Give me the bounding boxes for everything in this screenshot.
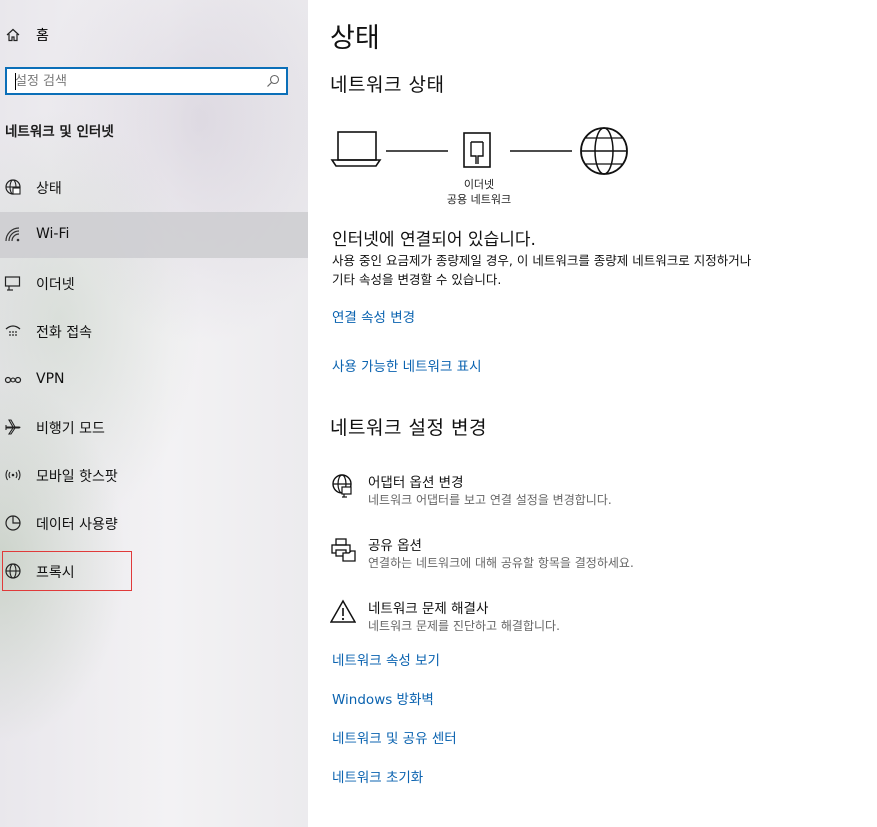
- option-description: 연결하는 네트워크에 대해 공유할 항목을 결정하세요.: [368, 556, 634, 570]
- sidebar-item-label: 모바일 핫스팟: [36, 469, 118, 485]
- adapter-label: 이더넷: [463, 178, 495, 191]
- sidebar-item-label: 상태: [36, 181, 62, 197]
- dialup-icon: [5, 325, 21, 336]
- search-box[interactable]: [5, 67, 288, 95]
- main-content: 상태 네트워크 상태 이더넷 공용 네트워크 인터넷에 연결되어 있습니다. 사…: [308, 0, 877, 827]
- windows-firewall-link[interactable]: Windows 방화벽: [332, 688, 434, 708]
- text-caret: [15, 73, 16, 90]
- network-settings-heading: 네트워크 설정 변경: [330, 417, 487, 439]
- option-description: 네트워크 문제를 진단하고 해결합니다.: [368, 619, 560, 633]
- internet-globe-icon: [580, 127, 628, 175]
- data-usage-icon: [5, 515, 21, 531]
- option-title: 어댑터 옵션 변경: [368, 475, 464, 491]
- sidebar-item-label: 이더넷: [36, 277, 75, 293]
- adapter-globe-icon: [332, 474, 352, 498]
- page-title: 상태: [330, 23, 380, 54]
- search-input[interactable]: [15, 72, 260, 90]
- sidebar-item-label: Wi-Fi: [36, 226, 70, 242]
- sidebar-item-wifi[interactable]: Wi-Fi: [0, 212, 308, 258]
- sidebar-item-status[interactable]: 상태: [0, 164, 308, 210]
- adapter-options-item[interactable]: 어댑터 옵션 변경 네트워크 어댑터를 보고 연결 설정을 변경합니다.: [330, 471, 850, 515]
- show-available-networks-link[interactable]: 사용 가능한 네트워크 표시: [332, 355, 482, 375]
- option-title: 네트워크 문제 해결사: [368, 601, 489, 617]
- sidebar-item-dialup[interactable]: 전화 접속: [0, 308, 308, 354]
- sidebar-item-hotspot[interactable]: 모바일 핫스팟: [0, 452, 308, 498]
- change-connection-properties-link[interactable]: 연결 속성 변경: [332, 306, 415, 326]
- troubleshooter-item[interactable]: 네트워크 문제 해결사 네트워크 문제를 진단하고 해결합니다.: [330, 597, 850, 641]
- sidebar-item-label: 데이터 사용량: [36, 517, 118, 533]
- sidebar-item-data-usage[interactable]: 데이터 사용량: [0, 500, 308, 546]
- option-title: 공유 옵션: [368, 538, 422, 554]
- network-reset-link[interactable]: 네트워크 초기화: [332, 766, 423, 786]
- network-sharing-center-link[interactable]: 네트워크 및 공유 센터: [332, 727, 457, 747]
- wifi-icon: [5, 227, 20, 242]
- sidebar-item-vpn[interactable]: VPN: [0, 357, 308, 403]
- airplane-icon: [5, 419, 21, 435]
- hotspot-icon: [5, 469, 21, 481]
- sidebar-item-label: VPN: [36, 371, 65, 387]
- view-network-properties-link[interactable]: 네트워크 속성 보기: [332, 649, 440, 669]
- home-icon: [6, 28, 20, 42]
- network-type-label: 공용 네트워크: [446, 193, 512, 206]
- warning-icon: [330, 599, 356, 623]
- status-globe-icon: [5, 179, 21, 195]
- search-icon[interactable]: [266, 74, 280, 88]
- sharing-options-item[interactable]: 공유 옵션 연결하는 네트워크에 대해 공유할 항목을 결정하세요.: [330, 534, 850, 578]
- section-title: 네트워크 및 인터넷: [5, 124, 114, 140]
- vpn-icon: [4, 376, 22, 384]
- connection-status: 인터넷에 연결되어 있습니다.: [332, 230, 536, 250]
- sidebar: 홈 네트워크 및 인터넷 상태 Wi-Fi: [0, 0, 308, 827]
- ethernet-port-icon: [463, 132, 491, 168]
- sharing-printer-icon: [331, 538, 356, 562]
- ethernet-icon: [4, 276, 21, 291]
- home-label: 홈: [36, 28, 49, 44]
- sidebar-item-label: 전화 접속: [36, 325, 92, 341]
- laptop-icon: [330, 131, 382, 167]
- proxy-highlight-box: [2, 551, 132, 591]
- sidebar-item-label: 비행기 모드: [36, 421, 105, 437]
- network-status-heading: 네트워크 상태: [330, 74, 445, 96]
- home-nav-item[interactable]: 홈: [0, 22, 300, 48]
- option-description: 네트워크 어댑터를 보고 연결 설정을 변경합니다.: [368, 493, 612, 507]
- sidebar-item-ethernet[interactable]: 이더넷: [0, 260, 308, 306]
- connection-status-description: 사용 중인 요금제가 종량제일 경우, 이 네트워크를 종량제 네트워크로 지정…: [332, 253, 752, 287]
- sidebar-item-airplane[interactable]: 비행기 모드: [0, 404, 308, 450]
